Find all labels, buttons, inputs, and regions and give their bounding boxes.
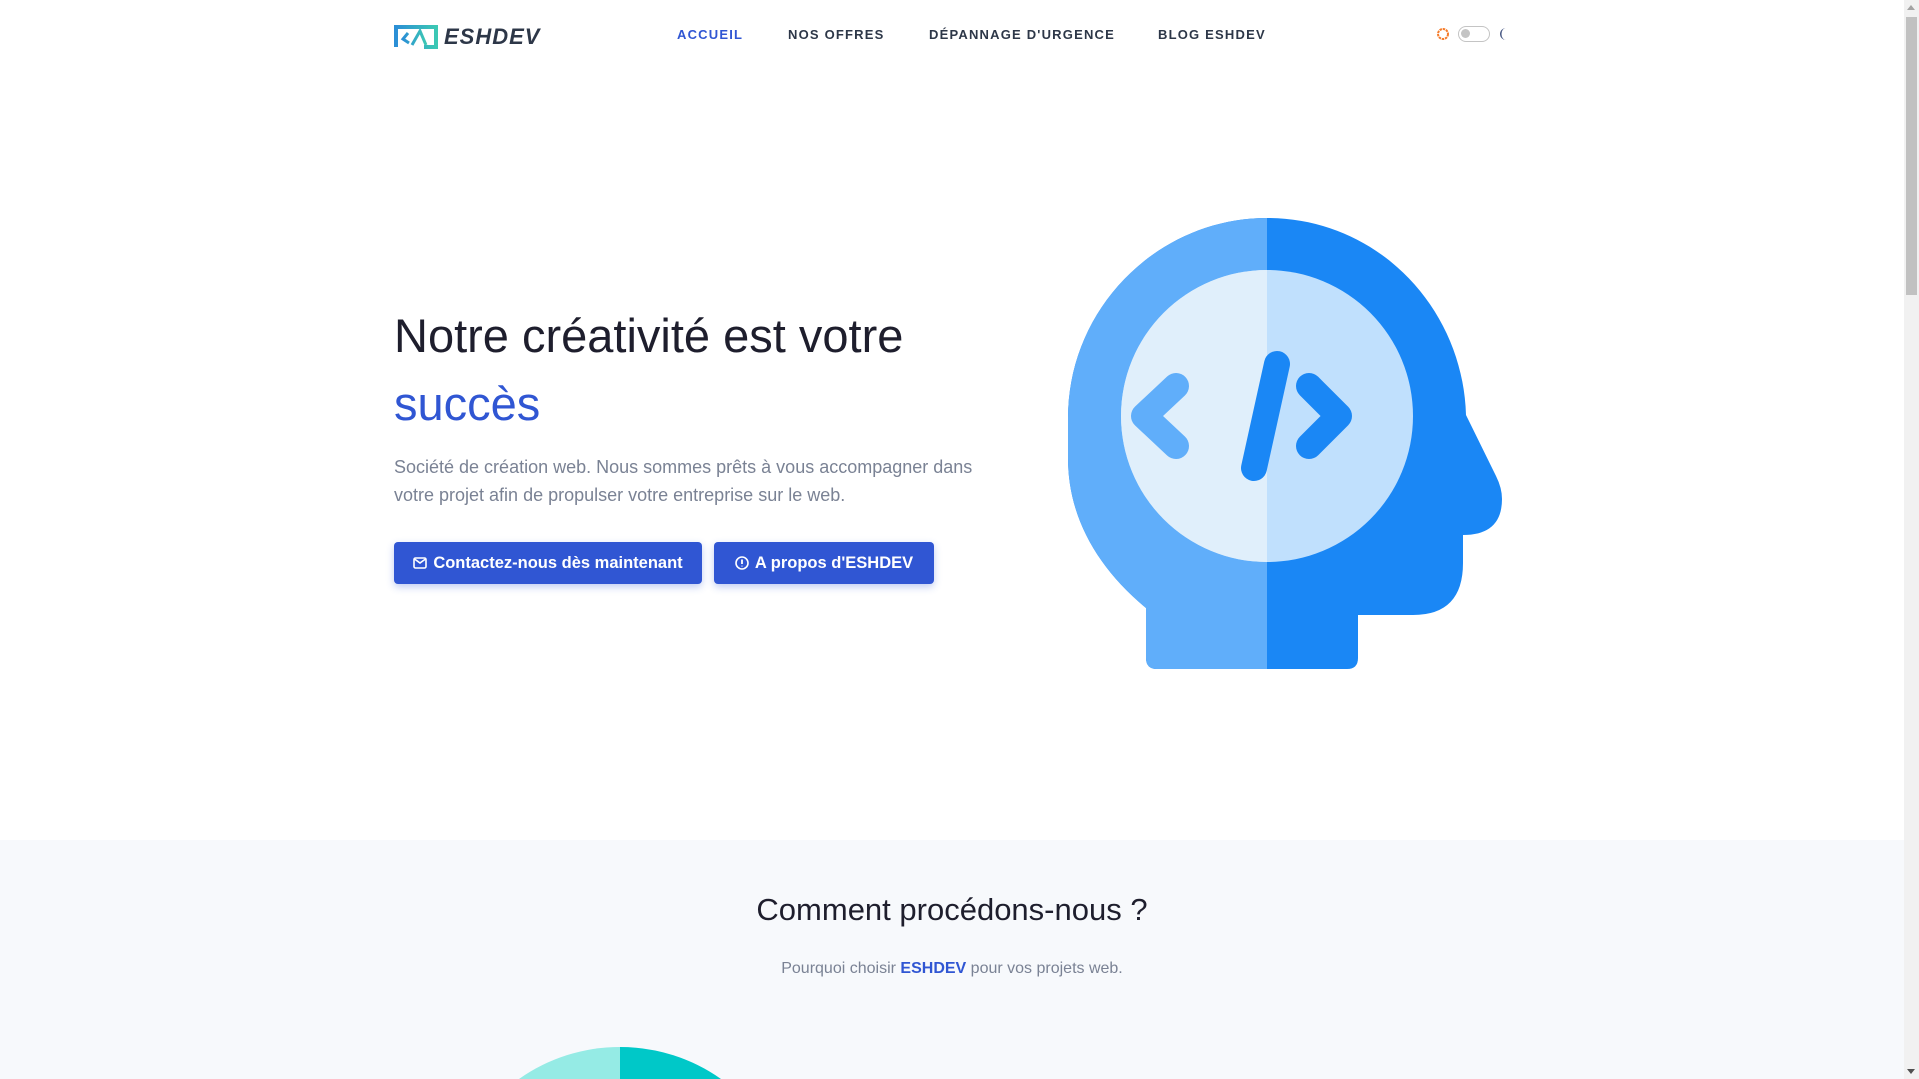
scroll-up-icon[interactable] (1907, 5, 1915, 10)
theme-toggle[interactable] (1436, 26, 1508, 42)
subtitle-brand: ESHDEV (900, 960, 967, 977)
head-code-illustration (1068, 218, 1502, 669)
subtitle-post: pour vos projets web. (970, 960, 1123, 977)
theme-switch[interactable] (1458, 26, 1490, 42)
section-title: Comment procédons-nous ? (756, 892, 1148, 927)
nav-depannage[interactable]: DÉPANNAGE D'URGENCE (929, 27, 1115, 42)
about-button[interactable]: A propos d'ESHDEV (714, 542, 934, 584)
contact-button[interactable]: Contactez-nous dès maintenant (394, 542, 702, 584)
section-subtitle: Pourquoi choisir ESHDEV pour vos projets… (0, 960, 1904, 978)
navbar: ESHDEV ACCUEIL NOS OFFRES DÉPANNAGE D'UR… (0, 0, 1904, 72)
process-illustration (519, 1047, 721, 1079)
process-illustration-left (519, 1047, 620, 1079)
contact-button-label: Contactez-nous dès maintenant (433, 553, 683, 572)
hero-title: Notre créativité est votre succès (394, 302, 903, 438)
about-button-label: A propos d'ESHDEV (754, 553, 914, 572)
process-section: Comment procédons-nous ? Pourquoi choisi… (0, 840, 1904, 1079)
nav-accueil[interactable]: ACCUEIL (677, 27, 743, 42)
hero-title-accent: succès (394, 377, 541, 430)
subtitle-pre: Pourquoi choisir (781, 960, 896, 977)
scrollbar-thumb[interactable] (1906, 17, 1917, 295)
sun-icon (1437, 28, 1449, 40)
hero-title-main: Notre créativité est votre (394, 309, 904, 362)
info-icon (735, 556, 749, 570)
process-illustration-right (620, 1047, 721, 1079)
moon-icon (1500, 28, 1506, 40)
logo-icon (394, 25, 438, 49)
hero-description: Société de création web. Nous sommes prê… (394, 457, 973, 505)
mail-icon (413, 557, 428, 569)
nav-blog[interactable]: BLOG ESHDEV (1158, 27, 1266, 42)
scrollbar[interactable] (1904, 0, 1919, 1079)
nav-nos-offres[interactable]: NOS OFFRES (788, 27, 885, 42)
scroll-down-icon[interactable] (1907, 1069, 1915, 1074)
logo[interactable]: ESHDEV (394, 24, 540, 50)
logo-text: ESHDEV (444, 24, 541, 49)
